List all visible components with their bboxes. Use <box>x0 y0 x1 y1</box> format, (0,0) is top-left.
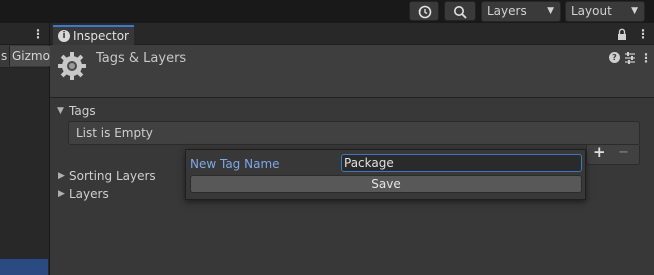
lock-icon[interactable] <box>617 28 627 41</box>
help-icon[interactable]: ? <box>609 52 620 63</box>
new-tag-name-label: New Tag Name <box>190 157 280 171</box>
panel-menu-icon[interactable]: ⋮ <box>32 27 44 41</box>
dropdown-arrow-icon: ▼ <box>547 6 554 16</box>
dropdown-arrow-icon: ▼ <box>631 6 638 16</box>
inspector-menu-icon[interactable]: ⋮ <box>637 27 649 41</box>
tab-inspector[interactable]: i Inspector <box>53 25 134 45</box>
remove-tag-button[interactable]: − <box>618 146 629 160</box>
search-icon <box>454 6 467 19</box>
sorting-layers-arrow-icon[interactable]: ▶ <box>58 169 65 183</box>
tags-list: List is Empty <box>68 121 640 145</box>
presets-icon[interactable] <box>624 51 636 64</box>
layers-foldout[interactable]: Layers <box>69 187 109 201</box>
tags-foldout-label[interactable]: Tags <box>69 104 96 118</box>
new-tag-name-input[interactable] <box>341 154 582 172</box>
add-tag-button[interactable]: + <box>593 145 606 160</box>
inspector-tab-bar <box>50 23 654 45</box>
gear-icon <box>57 51 87 81</box>
info-icon: i <box>58 30 70 42</box>
header-menu-icon[interactable]: ⋮ <box>640 51 652 65</box>
scene-selection-highlight <box>0 259 48 275</box>
layout-dropdown[interactable]: Layout ▼ <box>565 1 645 22</box>
history-button[interactable] <box>409 1 439 21</box>
page-title: Tags & Layers <box>96 51 187 66</box>
tags-empty-text: List is Empty <box>76 126 153 140</box>
layers-dropdown-label: Layers <box>487 4 527 18</box>
gizmos-label: Gizmo <box>12 49 50 63</box>
layout-dropdown-label: Layout <box>571 4 612 18</box>
divider <box>50 97 654 98</box>
search-button[interactable] <box>444 1 476 21</box>
gizmos-button[interactable]: Gizmo <box>9 46 50 66</box>
scene-tab-fragment[interactable]: s <box>1 49 7 63</box>
tab-inspector-label: Inspector <box>73 29 129 43</box>
history-icon <box>418 5 432 19</box>
save-button[interactable]: Save <box>190 175 582 193</box>
sorting-layers-foldout[interactable]: Sorting Layers <box>69 169 156 183</box>
tags-foldout-arrow-icon[interactable]: ▼ <box>57 104 64 118</box>
layers-arrow-icon[interactable]: ▶ <box>58 187 65 201</box>
layers-dropdown[interactable]: Layers ▼ <box>481 1 561 22</box>
